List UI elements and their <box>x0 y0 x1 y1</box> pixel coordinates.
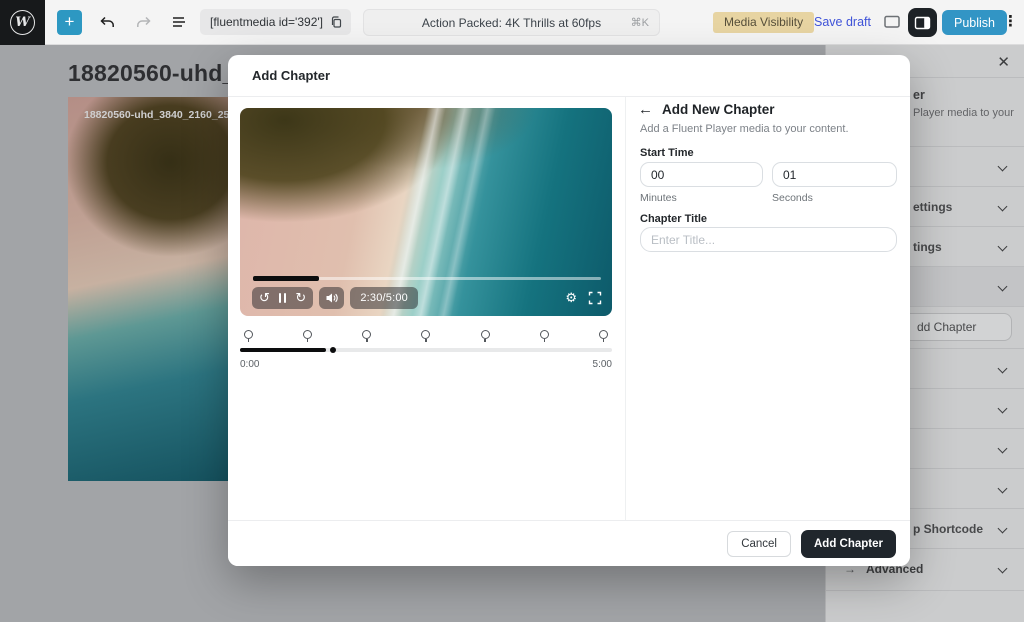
rewind-10-icon[interactable]: ↺ <box>259 287 270 309</box>
publish-button[interactable]: Publish <box>942 10 1007 35</box>
chevron-down-icon <box>998 364 1008 374</box>
chevron-down-icon <box>998 162 1008 172</box>
chevron-down-icon <box>998 564 1008 574</box>
add-chapter-button[interactable]: Add Chapter <box>801 530 896 558</box>
timeline-labels: 0:00 5:00 <box>240 359 612 370</box>
command-palette[interactable]: Action Packed: 4K Thrills at 60fps ⌘K <box>363 9 660 36</box>
shortcode-chip[interactable]: [fluentmedia id='392'] <box>200 9 351 35</box>
form-title: Add New Chapter <box>662 102 775 117</box>
chevron-down-icon <box>998 524 1008 534</box>
divider <box>826 590 1024 591</box>
chevron-down-icon <box>998 404 1008 414</box>
chapter-marker-pin-icon[interactable] <box>362 330 371 342</box>
chevron-down-icon <box>998 444 1008 454</box>
editor-toolbar: W + [fluentmedia id='392'] Action Packed… <box>0 0 1024 45</box>
chapter-markers <box>240 330 612 342</box>
time-display: 2:30/5:00 <box>350 287 418 309</box>
chevron-down-icon <box>998 282 1008 292</box>
player-right-controls: ⚙ <box>565 290 602 306</box>
chapter-title-label: Chapter Title <box>640 213 707 225</box>
chevron-down-icon <box>998 202 1008 212</box>
playback-controls: ↺ ↻ <box>252 287 313 309</box>
settings-gear-icon[interactable]: ⚙ <box>565 290 577 306</box>
chapter-marker-pin-icon[interactable] <box>421 330 430 342</box>
seconds-unit-label: Seconds <box>772 192 813 204</box>
close-icon[interactable]: ✕ <box>997 53 1010 71</box>
seconds-input[interactable] <box>772 162 897 187</box>
undo-icon[interactable] <box>96 11 118 33</box>
chapter-timeline: 0:00 5:00 <box>240 330 612 370</box>
settings-panel-toggle[interactable] <box>908 8 937 37</box>
modal-footer: Cancel Add Chapter <box>228 520 910 566</box>
fullscreen-icon[interactable] <box>588 291 602 305</box>
player-controls: ↺ ↻ 2:30/5:00 ⚙ <box>252 287 602 309</box>
divider <box>625 97 626 520</box>
redo-icon[interactable] <box>132 11 154 33</box>
modal-header: Add Chapter <box>228 55 910 97</box>
chapter-marker-pin-icon[interactable] <box>303 330 312 342</box>
video-player[interactable]: ↺ ↻ 2:30/5:00 ⚙ <box>240 108 612 316</box>
preview-icon[interactable] <box>883 14 901 29</box>
timeline-end-label: 5:00 <box>593 359 612 370</box>
video-progress-bar[interactable] <box>253 277 601 280</box>
screen: 18820560-uhd_384 18820560-uhd_3840_2160_… <box>0 0 1024 622</box>
start-time-label: Start Time <box>640 147 694 159</box>
media-visibility-button[interactable]: Media Visibility <box>713 12 814 33</box>
sidebar-panel-title: er <box>913 88 925 102</box>
timeline-thumb[interactable] <box>330 347 336 353</box>
chevron-down-icon <box>998 242 1008 252</box>
add-chapter-modal: Add Chapter ↺ ↻ 2:30/5:00 ⚙ <box>228 55 910 566</box>
document-title: Action Packed: 4K Thrills at 60fps <box>364 16 659 30</box>
chevron-down-icon <box>998 484 1008 494</box>
command-shortcut: ⌘K <box>631 16 649 29</box>
video-filename-caption: 18820560-uhd_3840_2160_25fps <box>84 109 245 121</box>
cancel-button[interactable]: Cancel <box>727 531 791 557</box>
options-menu-icon[interactable]: ⋮ <box>1003 12 1018 32</box>
list-view-icon[interactable] <box>168 11 190 33</box>
forward-10-icon[interactable]: ↻ <box>295 287 306 309</box>
volume-icon[interactable] <box>319 287 344 309</box>
chapter-marker-pin-icon[interactable] <box>244 330 253 342</box>
chapter-marker-pin-icon[interactable] <box>481 330 490 342</box>
form-subtitle: Add a Fluent Player media to your conten… <box>640 123 849 135</box>
modal-title: Add Chapter <box>252 68 330 83</box>
minutes-unit-label: Minutes <box>640 192 677 204</box>
sidebar-icon <box>914 16 931 30</box>
timeline-fill <box>240 348 326 352</box>
chapter-marker-pin-icon[interactable] <box>540 330 549 342</box>
back-arrow-icon[interactable]: ← <box>638 101 653 118</box>
pause-icon[interactable] <box>279 293 287 303</box>
add-block-button[interactable]: + <box>57 10 82 35</box>
video-progress-fill <box>253 276 319 281</box>
sidebar-panel-description: Player media to your <box>913 107 1014 119</box>
chapter-title-input[interactable] <box>640 227 897 252</box>
timeline-track[interactable] <box>240 348 612 352</box>
save-draft-link[interactable]: Save draft <box>814 15 871 29</box>
post-video-thumbnail: 18820560-uhd_3840_2160_25fps <box>68 97 233 481</box>
timeline-start-label: 0:00 <box>240 359 259 370</box>
wordpress-logo[interactable]: W <box>0 0 45 45</box>
chapter-marker-pin-icon[interactable] <box>599 330 608 342</box>
minutes-input[interactable] <box>640 162 763 187</box>
copy-icon <box>329 15 343 29</box>
